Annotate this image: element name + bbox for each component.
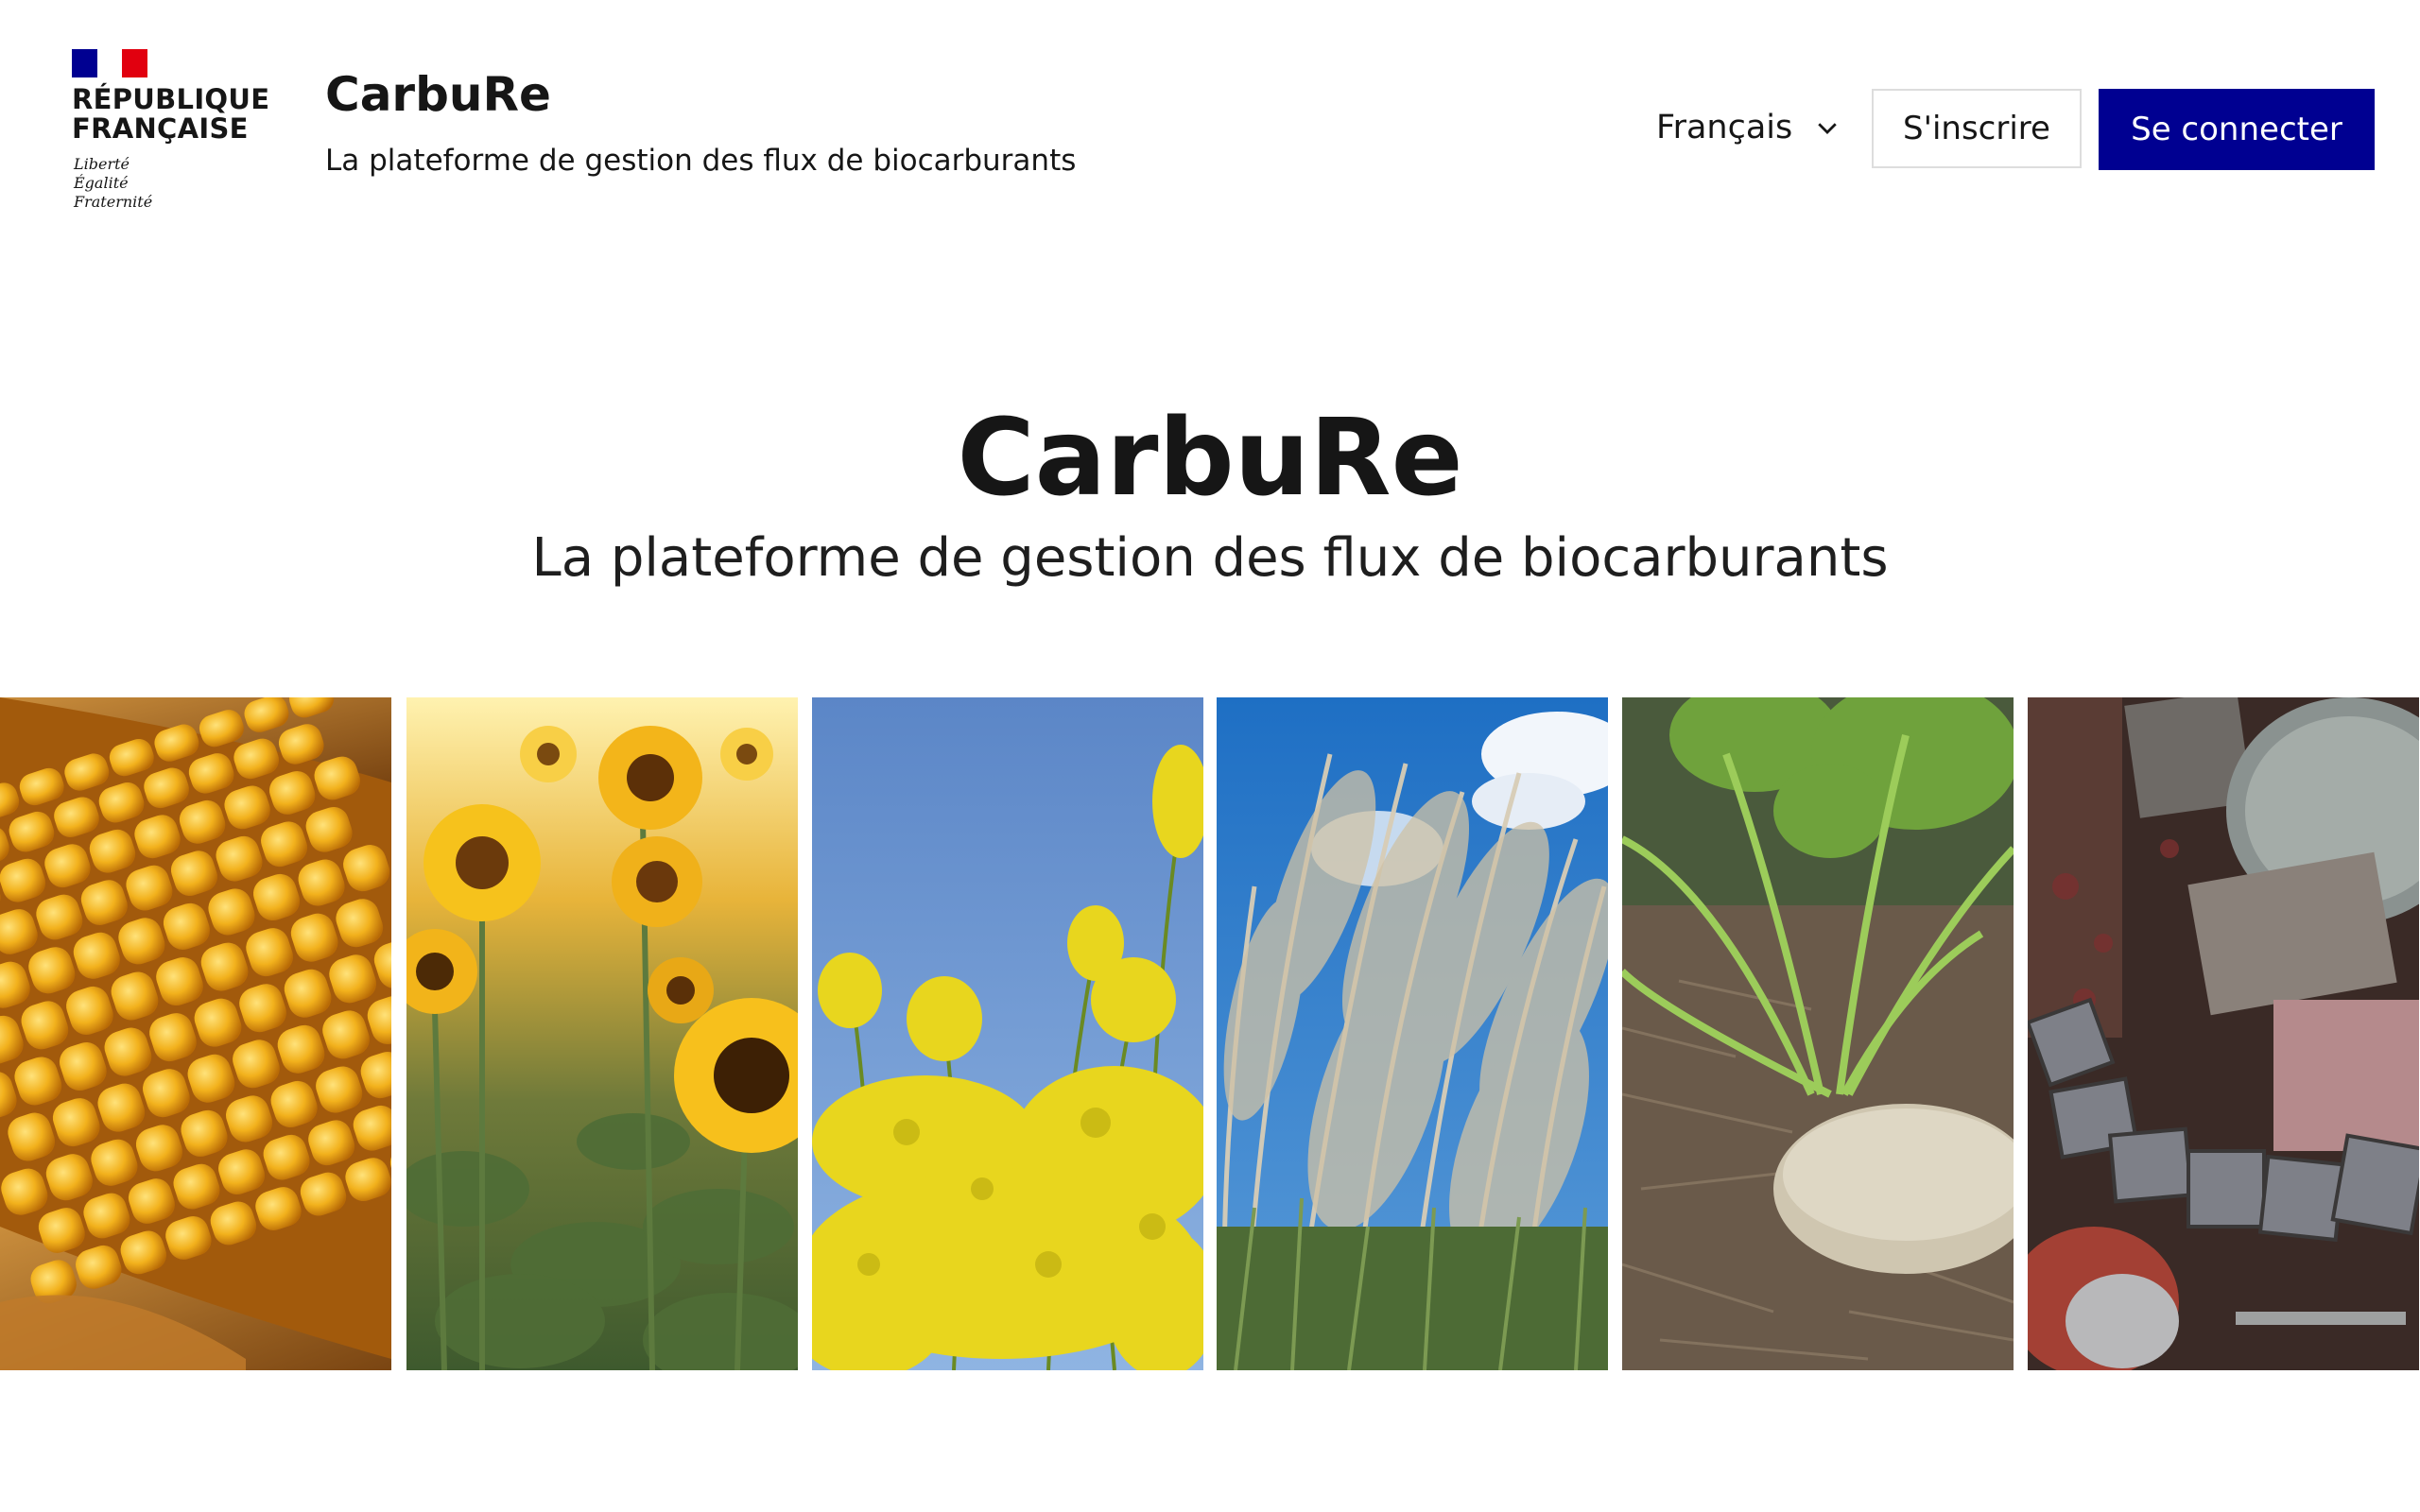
language-selector[interactable]: Français: [1656, 104, 1841, 151]
motto-fraternite: Fraternité: [74, 193, 153, 211]
republic-motto: Liberté Égalité Fraternité: [74, 155, 152, 212]
hero-title: CarbuRe: [957, 397, 1463, 520]
chevron-down-icon: [1818, 123, 1837, 134]
motto-egalite: Égalité: [74, 174, 129, 192]
language-label: Français: [1656, 109, 1793, 146]
corn-photo: [0, 697, 391, 1370]
miscanthus-grass-photo: [1217, 697, 1608, 1370]
republique-francaise-wordmark: RÉPUBLIQUE FRANÇAISE: [72, 85, 269, 144]
login-button[interactable]: Se connecter: [2099, 89, 2375, 170]
service-name[interactable]: CarbuRe: [325, 66, 551, 123]
sugar-beet-photo: [1622, 697, 2014, 1370]
hero-subtitle: La plateforme de gestion des flux de bio…: [531, 527, 1889, 589]
motto-liberte: Liberté: [74, 155, 130, 173]
wordmark-line-2: FRANÇAISE: [72, 112, 249, 145]
marianne-flag-icon: [72, 49, 148, 77]
wordmark-line-1: RÉPUBLIQUE: [72, 83, 270, 115]
republique-francaise-logo[interactable]: RÉPUBLIQUE FRANÇAISE Liberté Égalité Fra…: [72, 49, 269, 215]
rapeseed-photo: [812, 697, 1203, 1370]
register-button[interactable]: S'inscrire: [1872, 89, 2082, 168]
biomass-photo-gallery: [0, 697, 2420, 1370]
service-tagline: La plateforme de gestion des flux de bio…: [325, 144, 1077, 178]
sunflowers-photo: [406, 697, 798, 1370]
site-header: RÉPUBLIQUE FRANÇAISE Liberté Égalité Fra…: [0, 0, 2420, 246]
used-cooking-oil-residues-photo: [2028, 697, 2419, 1370]
